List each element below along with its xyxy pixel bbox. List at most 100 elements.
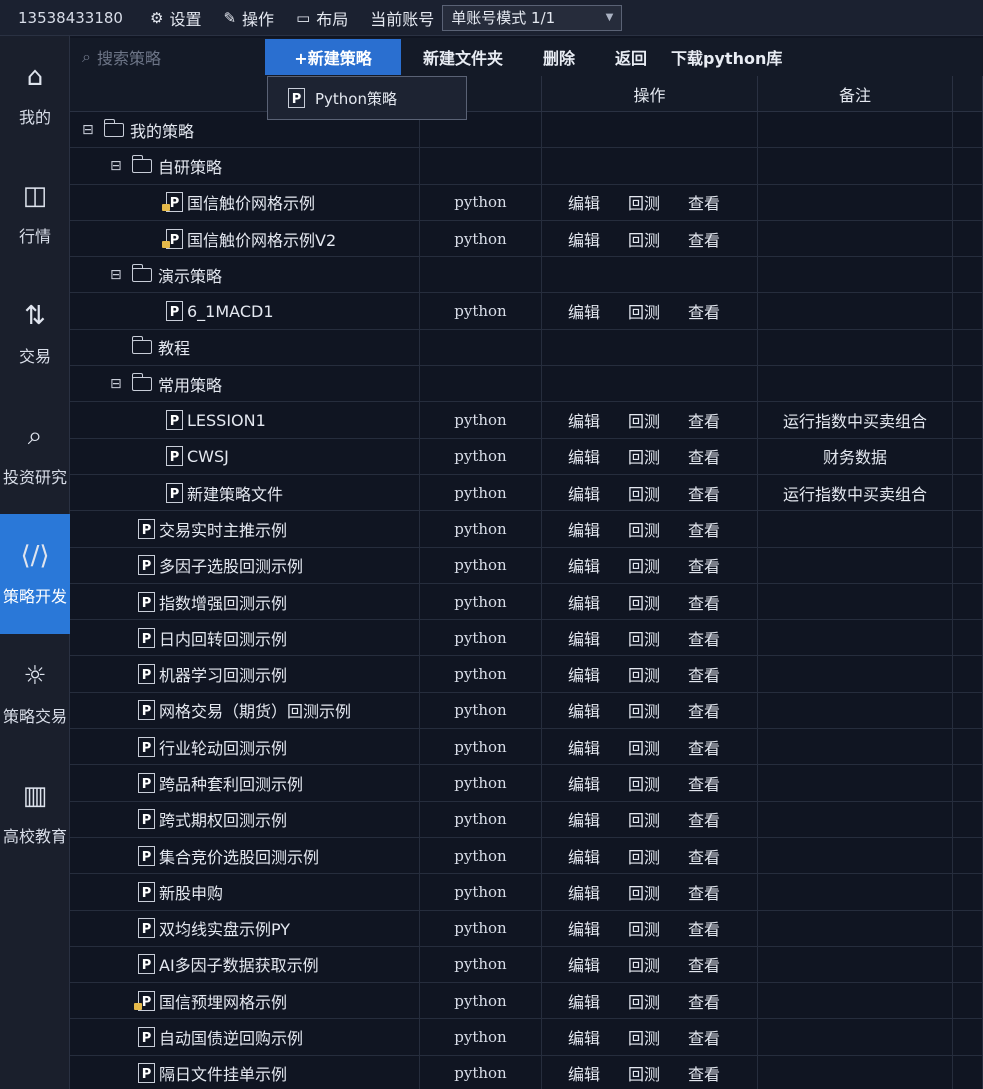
sidebar-item-education[interactable]: ▥ 高校教育 bbox=[0, 754, 70, 874]
edit-link[interactable]: 编辑 bbox=[568, 626, 600, 650]
sidebar-item-trade[interactable]: ⇅ 交易 bbox=[0, 274, 70, 394]
view-link[interactable]: 查看 bbox=[688, 408, 720, 432]
backtest-link[interactable]: 回测 bbox=[628, 952, 660, 976]
folder-row[interactable]: ⊟ 常用策略 bbox=[70, 366, 983, 403]
backtest-link[interactable]: 回测 bbox=[628, 444, 660, 468]
table-row[interactable]: P 机器学习回测示例 python 编辑 回测 查看 bbox=[70, 656, 983, 693]
edit-link[interactable]: 编辑 bbox=[568, 735, 600, 759]
view-link[interactable]: 查看 bbox=[688, 698, 720, 722]
table-row[interactable]: P AI多因子数据获取示例 python 编辑 回测 查看 bbox=[70, 946, 983, 984]
view-link[interactable]: 查看 bbox=[688, 1025, 720, 1049]
edit-link[interactable]: 编辑 bbox=[568, 408, 600, 432]
collapse-toggle-icon[interactable]: ⊟ bbox=[110, 376, 124, 392]
edit-link[interactable]: 编辑 bbox=[568, 517, 600, 541]
backtest-link[interactable]: 回测 bbox=[628, 299, 660, 323]
view-link[interactable]: 查看 bbox=[688, 989, 720, 1013]
python-strategy-option[interactable]: Python策略 bbox=[315, 88, 397, 109]
table-row[interactable]: P 指数增强回测示例 python 编辑 回测 查看 bbox=[70, 583, 983, 621]
name-cell[interactable]: P 行业轮动回测示例 bbox=[70, 729, 420, 765]
name-cell[interactable]: P 国信触价网格示例 bbox=[70, 184, 420, 220]
name-cell[interactable]: ⊟ 自研策略 bbox=[70, 148, 420, 184]
edit-link[interactable]: 编辑 bbox=[568, 880, 600, 904]
backtest-link[interactable]: 回测 bbox=[628, 989, 660, 1013]
settings-menu[interactable]: ⚙ 设置 bbox=[150, 6, 201, 30]
view-link[interactable]: 查看 bbox=[688, 807, 720, 831]
edit-link[interactable]: 编辑 bbox=[568, 590, 600, 614]
table-row[interactable]: P 隔日文件挂单示例 python 编辑 回测 查看 bbox=[70, 1055, 983, 1089]
backtest-link[interactable]: 回测 bbox=[628, 844, 660, 868]
backtest-link[interactable]: 回测 bbox=[628, 771, 660, 795]
edit-link[interactable]: 编辑 bbox=[568, 1061, 600, 1085]
search-input[interactable]: ⌕ 搜索策略 bbox=[70, 38, 265, 76]
view-link[interactable]: 查看 bbox=[688, 952, 720, 976]
name-cell[interactable]: P 机器学习回测示例 bbox=[70, 656, 420, 692]
backtest-link[interactable]: 回测 bbox=[628, 227, 660, 251]
name-cell[interactable]: P 指数增强回测示例 bbox=[70, 583, 420, 620]
table-row[interactable]: P CWSJ python 编辑 回测 查看 财务数据 bbox=[70, 438, 983, 475]
folder-row[interactable]: ⊟ 演示策略 bbox=[70, 257, 983, 294]
name-cell[interactable]: P 新建策略文件 bbox=[70, 474, 420, 511]
name-cell[interactable]: P 新股申购 bbox=[70, 874, 420, 910]
back-button[interactable]: 返回 bbox=[615, 45, 647, 69]
table-row[interactable]: P LESSION1 python 编辑 回测 查看 运行指数中买卖组合 bbox=[70, 402, 983, 439]
collapse-toggle-icon[interactable]: ⊟ bbox=[110, 158, 124, 174]
name-cell[interactable]: P 隔日文件挂单示例 bbox=[70, 1055, 420, 1089]
collapse-toggle-icon[interactable]: ⊟ bbox=[110, 267, 124, 283]
edit-link[interactable]: 编辑 bbox=[568, 844, 600, 868]
folder-row[interactable]: ⊟ 我的策略 bbox=[70, 112, 983, 149]
edit-link[interactable]: 编辑 bbox=[568, 662, 600, 686]
view-link[interactable]: 查看 bbox=[688, 626, 720, 650]
edit-link[interactable]: 编辑 bbox=[568, 698, 600, 722]
name-cell[interactable]: P 自动国债逆回购示例 bbox=[70, 1019, 420, 1055]
table-row[interactable]: P 6_1MACD1 python 编辑 回测 查看 bbox=[70, 293, 983, 330]
new-folder-button[interactable]: 新建文件夹 bbox=[423, 45, 503, 69]
backtest-link[interactable]: 回测 bbox=[628, 807, 660, 831]
backtest-link[interactable]: 回测 bbox=[628, 662, 660, 686]
backtest-link[interactable]: 回测 bbox=[628, 1025, 660, 1049]
name-cell[interactable]: P 跨式期权回测示例 bbox=[70, 801, 420, 837]
backtest-link[interactable]: 回测 bbox=[628, 190, 660, 214]
view-link[interactable]: 查看 bbox=[688, 590, 720, 614]
backtest-link[interactable]: 回测 bbox=[628, 880, 660, 904]
backtest-link[interactable]: 回测 bbox=[628, 408, 660, 432]
collapse-toggle-icon[interactable]: ⊟ bbox=[82, 122, 96, 138]
view-link[interactable]: 查看 bbox=[688, 190, 720, 214]
sidebar-item-market[interactable]: ◫ 行情 bbox=[0, 154, 70, 274]
name-cell[interactable]: P LESSION1 bbox=[70, 402, 420, 438]
name-cell[interactable]: P 国信预埋网格示例 bbox=[70, 983, 420, 1019]
backtest-link[interactable]: 回测 bbox=[628, 481, 660, 505]
name-cell[interactable]: P 多因子选股回测示例 bbox=[70, 547, 420, 583]
edit-link[interactable]: 编辑 bbox=[568, 553, 600, 577]
view-link[interactable]: 查看 bbox=[688, 517, 720, 541]
table-row[interactable]: P 国信触价网格示例V2 python 编辑 回测 查看 bbox=[70, 220, 983, 258]
backtest-link[interactable]: 回测 bbox=[628, 517, 660, 541]
table-row[interactable]: P 网格交易（期货）回测示例 python 编辑 回测 查看 bbox=[70, 692, 983, 730]
edit-link[interactable]: 编辑 bbox=[568, 916, 600, 940]
table-row[interactable]: P 双均线实盘示例PY python 编辑 回测 查看 bbox=[70, 910, 983, 947]
name-cell[interactable]: P 国信触价网格示例V2 bbox=[70, 220, 420, 257]
folder-row[interactable]: 教程 bbox=[70, 329, 983, 367]
sidebar-item-strategy-trade[interactable]: ☼ 策略交易 bbox=[0, 634, 70, 754]
operate-menu[interactable]: ✎ 操作 bbox=[223, 6, 274, 30]
view-link[interactable]: 查看 bbox=[688, 771, 720, 795]
name-cell[interactable]: 教程 bbox=[70, 329, 420, 366]
name-cell[interactable]: P CWSJ bbox=[70, 438, 420, 474]
edit-link[interactable]: 编辑 bbox=[568, 481, 600, 505]
name-cell[interactable]: P AI多因子数据获取示例 bbox=[70, 946, 420, 983]
view-link[interactable]: 查看 bbox=[688, 735, 720, 759]
view-link[interactable]: 查看 bbox=[688, 662, 720, 686]
backtest-link[interactable]: 回测 bbox=[628, 735, 660, 759]
delete-button[interactable]: 删除 bbox=[543, 45, 575, 69]
name-cell[interactable]: P 日内回转回测示例 bbox=[70, 620, 420, 656]
view-link[interactable]: 查看 bbox=[688, 227, 720, 251]
layout-menu[interactable]: ▭ 布局 bbox=[296, 6, 348, 30]
table-row[interactable]: P 跨品种套利回测示例 python 编辑 回测 查看 bbox=[70, 765, 983, 802]
edit-link[interactable]: 编辑 bbox=[568, 807, 600, 831]
backtest-link[interactable]: 回测 bbox=[628, 626, 660, 650]
table-row[interactable]: P 新股申购 python 编辑 回测 查看 bbox=[70, 874, 983, 911]
name-cell[interactable]: P 集合竞价选股回测示例 bbox=[70, 837, 420, 874]
backtest-link[interactable]: 回测 bbox=[628, 1061, 660, 1085]
table-row[interactable]: P 自动国债逆回购示例 python 编辑 回测 查看 bbox=[70, 1019, 983, 1056]
edit-link[interactable]: 编辑 bbox=[568, 1025, 600, 1049]
name-cell[interactable]: ⊟ 常用策略 bbox=[70, 366, 420, 402]
